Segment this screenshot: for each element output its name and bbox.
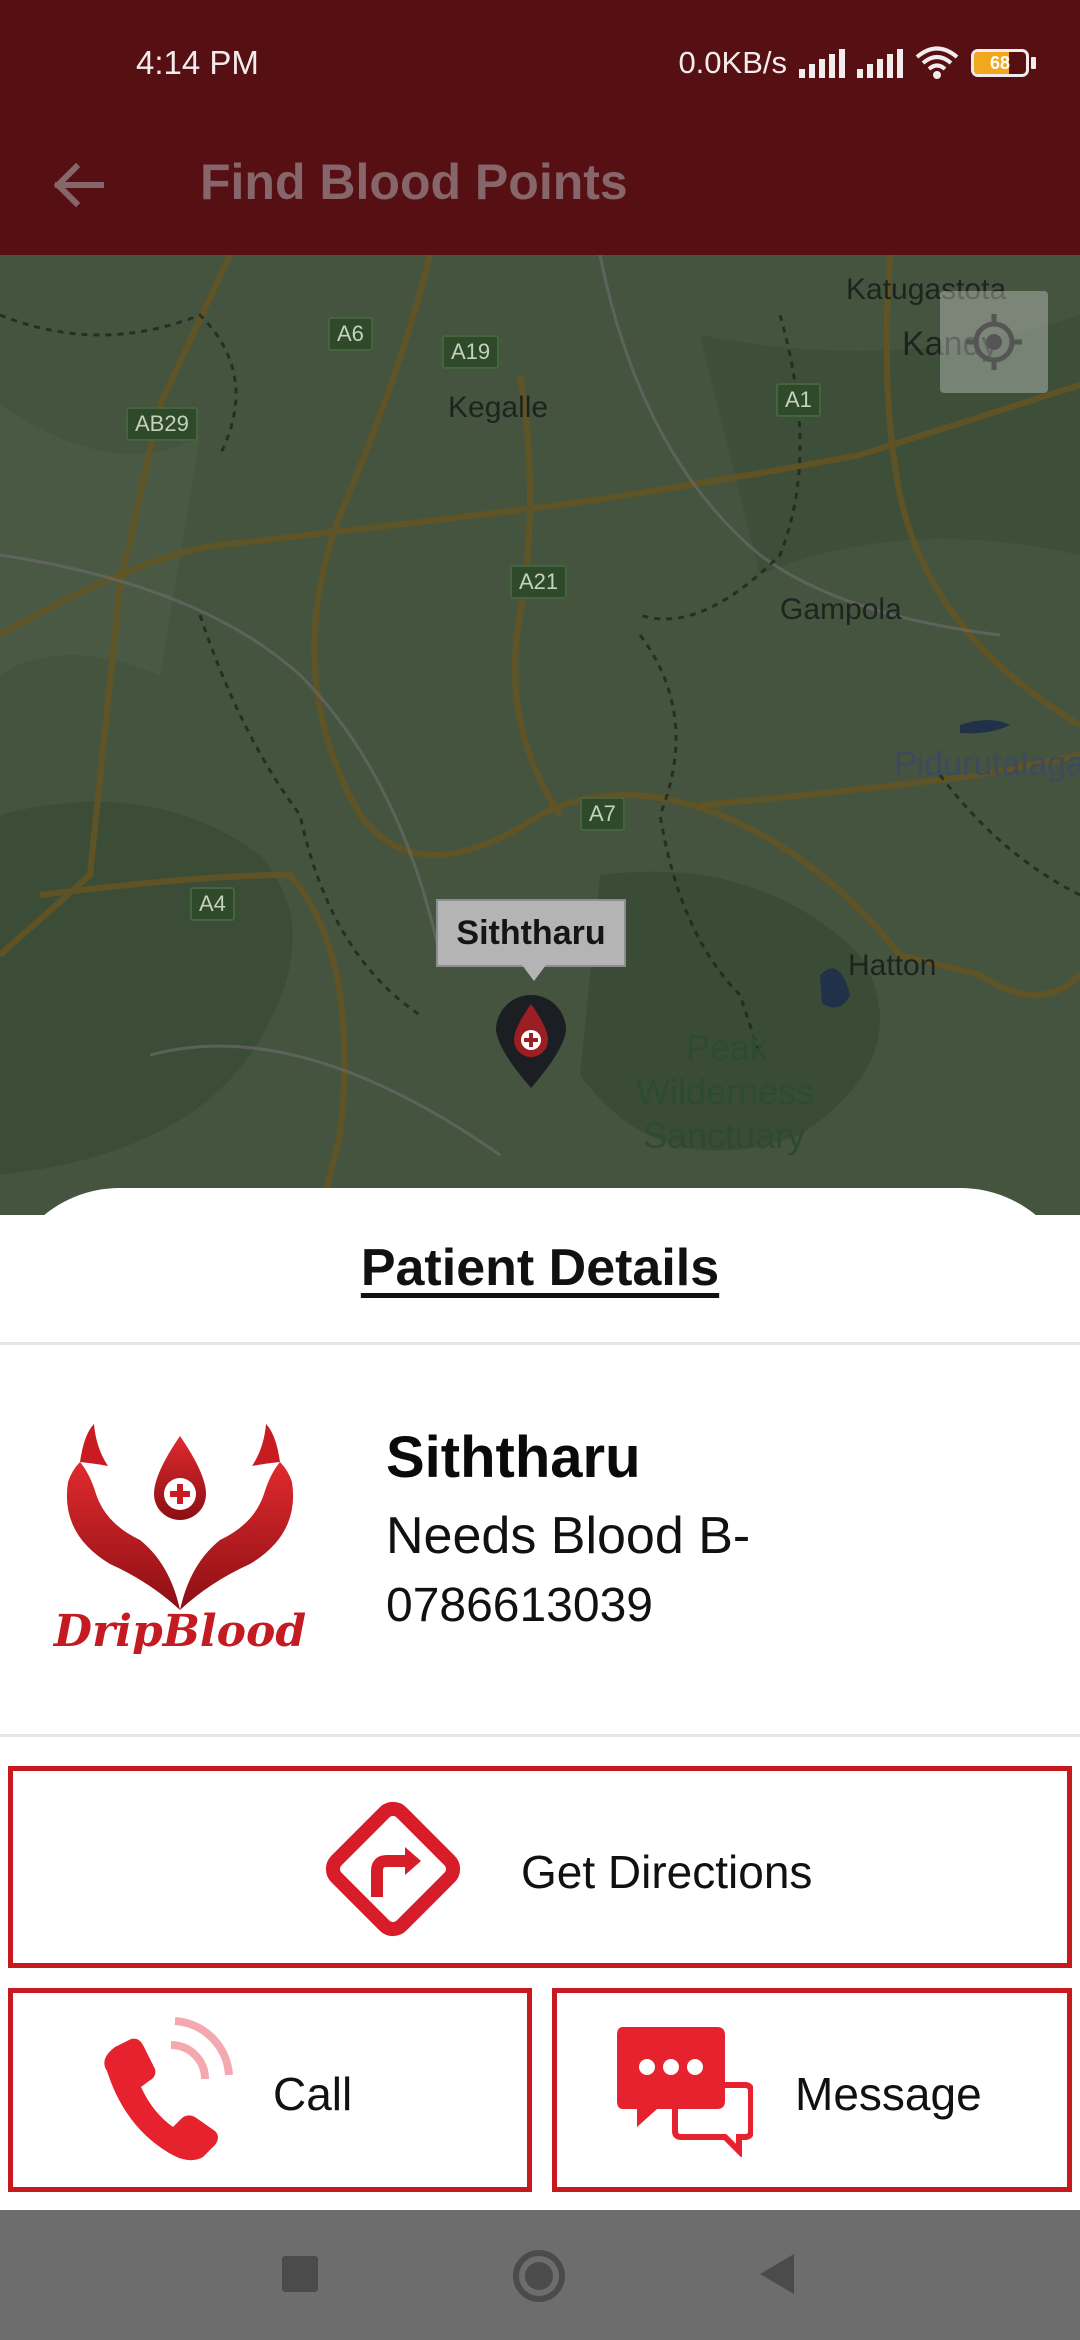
chat-bubbles-icon <box>617 2027 753 2157</box>
map-place-label: Kegalle <box>448 391 549 424</box>
map-place-label: Sanctuary <box>643 1115 806 1156</box>
recents-icon[interactable] <box>282 2256 318 2292</box>
page-title: Find Blood Points <box>200 154 628 210</box>
logo-text: DripBlood <box>52 1606 306 1654</box>
network-speed: 0.0KB/s <box>678 45 787 80</box>
arrow-left-icon[interactable] <box>48 155 108 215</box>
home-icon[interactable] <box>513 2250 565 2302</box>
get-directions-label: Get Directions <box>521 1846 813 1898</box>
map-place-label: Gampola <box>780 593 902 626</box>
map-place-label: Wilderness <box>636 1071 815 1112</box>
message-button[interactable]: Message <box>552 1988 1072 2192</box>
patient-details-sheet: Patient Details DripBlood Siththaru Need… <box>0 1188 1080 2210</box>
patient-phone: 0786613039 <box>386 1579 653 1632</box>
map-route-badge: A1 <box>776 383 821 417</box>
map-route-badge: A7 <box>580 797 625 831</box>
message-label: Message <box>795 2068 982 2120</box>
blood-need: Needs Blood B- <box>386 1507 751 1565</box>
my-location-button[interactable] <box>940 291 1048 393</box>
map-route-badge: A21 <box>510 565 568 599</box>
battery-icon: 68 <box>971 49 1036 77</box>
wifi-icon <box>915 46 959 79</box>
call-label: Call <box>273 2068 353 2120</box>
sheet-title: Patient Details <box>360 1239 720 1297</box>
nav-back-icon[interactable] <box>760 2254 794 2294</box>
divider <box>0 1734 1080 1737</box>
my-location-icon <box>966 314 1022 370</box>
map-route-badge: A19 <box>442 335 500 369</box>
battery-level: 68 <box>989 52 1011 73</box>
directions-icon <box>325 1801 461 1937</box>
app-bar: Find Blood Points <box>0 125 1080 255</box>
blood-drop-marker-icon[interactable] <box>492 990 570 1090</box>
get-directions-button[interactable]: Get Directions <box>8 1766 1072 1968</box>
signal-icon <box>799 48 845 78</box>
screen: 4:14 PM 0.0KB/s 68 Find Blood Points Kat… <box>0 0 1080 2340</box>
phone-icon <box>104 2017 233 2161</box>
map-route-badge: AB29 <box>126 407 198 441</box>
map-route-badge: A4 <box>190 887 235 921</box>
signal-icon <box>857 48 903 78</box>
dripblood-logo: DripBlood <box>52 1424 306 1654</box>
patient-name: Siththaru <box>386 1425 641 1490</box>
divider <box>0 1342 1080 1345</box>
marker-info-window[interactable]: Siththaru <box>436 899 626 981</box>
status-time: 4:14 PM <box>136 44 259 81</box>
map-place-label: Pidurutalagala <box>894 745 1080 783</box>
map-route-badge: A6 <box>328 317 373 351</box>
map-place-label: Peak <box>686 1027 769 1068</box>
system-nav-bar <box>0 2210 1080 2340</box>
map-place-label: Hatton <box>848 949 937 982</box>
call-button[interactable]: Call <box>8 1988 532 2192</box>
status-indicators: 0.0KB/s 68 <box>678 40 1036 86</box>
status-bar: 4:14 PM 0.0KB/s 68 <box>0 0 1080 125</box>
map-view[interactable]: Katugastota Kandy Kegalle Gampola Piduru… <box>0 255 1080 1215</box>
